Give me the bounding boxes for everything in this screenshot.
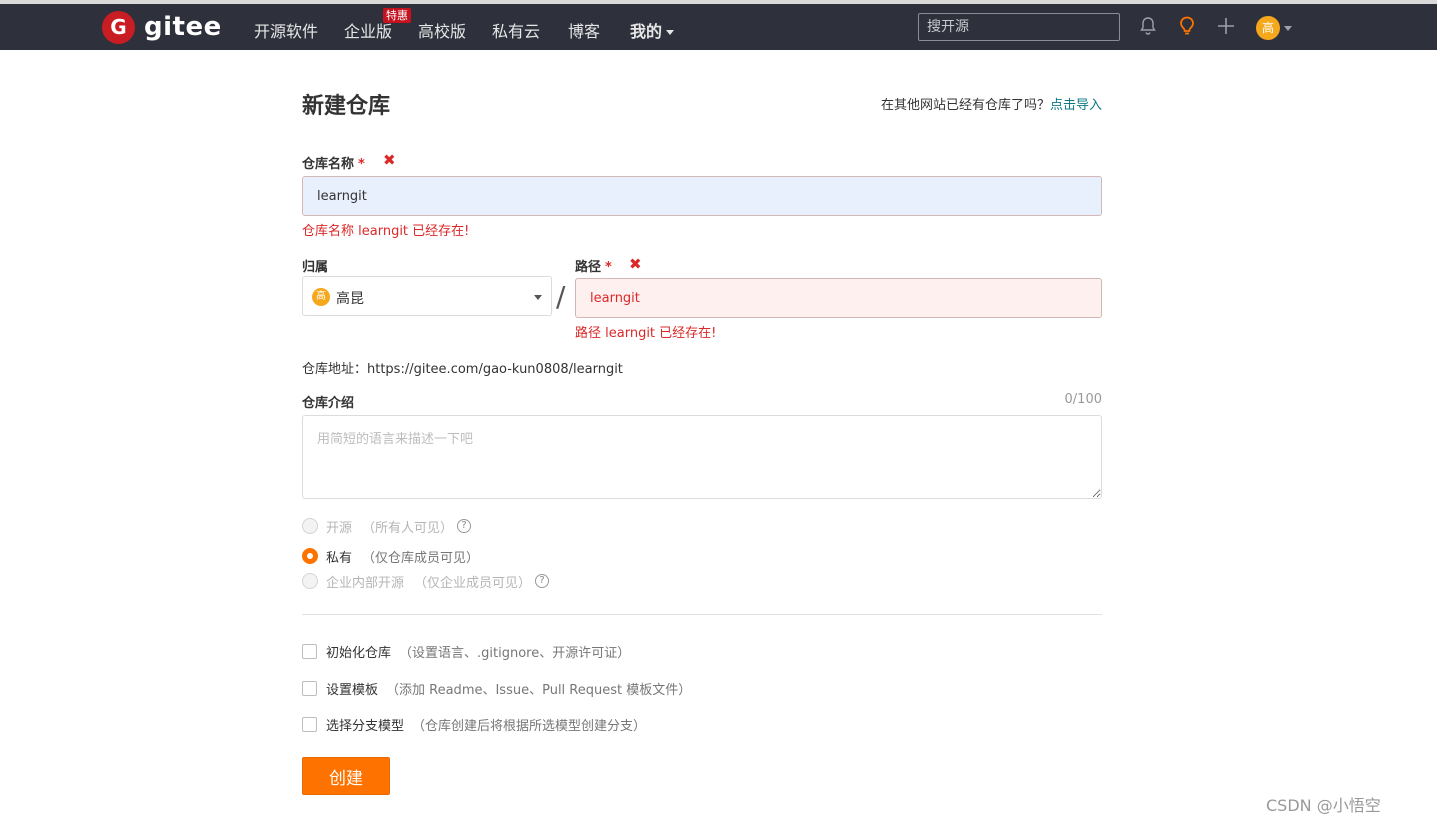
radio-private-hint: （仅仓库成员可见） xyxy=(362,550,480,566)
template-hint: （添加 Readme、Issue、Pull Request 模板文件） xyxy=(386,683,692,698)
nav-blog[interactable]: 博客 xyxy=(568,18,600,42)
required-mark: * xyxy=(605,260,612,275)
repo-name-label-text: 仓库名称 xyxy=(302,157,355,172)
gitee-logo-icon: G xyxy=(102,10,135,44)
repo-name-error-icon: ✖ xyxy=(383,151,396,169)
owner-avatar: 高 xyxy=(312,288,330,306)
path-error-icon: ✖ xyxy=(629,255,642,273)
nav-mine-label: 我的 xyxy=(630,22,663,41)
chevron-down-icon xyxy=(666,30,675,35)
csdn-watermark: CSDN @小悟空 xyxy=(1266,796,1381,815)
repo-address: 仓库地址：https://gitee.com/gao-kun0808/learn… xyxy=(302,362,623,377)
radio-public-hint: （所有人可见） xyxy=(362,520,454,536)
help-icon[interactable]: ? xyxy=(457,519,472,533)
init-repo-hint: （设置语言、.gitignore、开源许可证） xyxy=(399,646,631,661)
repo-name-label: 仓库名称 * xyxy=(302,153,365,172)
chevron-down-icon xyxy=(534,295,542,300)
page-title: 新建仓库 xyxy=(302,94,391,119)
plus-icon[interactable] xyxy=(1214,14,1238,38)
template-checkbox[interactable] xyxy=(302,681,317,696)
radio-enterprise-label: 企业内部开源 xyxy=(326,575,405,591)
gitee-logo[interactable]: G gitee xyxy=(102,10,222,44)
section-divider xyxy=(302,614,1102,615)
intro-textarea[interactable] xyxy=(302,415,1102,499)
avatar-chevron-down-icon[interactable] xyxy=(1284,26,1292,31)
template-option[interactable]: 设置模板 （添加 Readme、Issue、Pull Request 模板文件） xyxy=(302,679,691,698)
user-avatar[interactable]: 高 xyxy=(1256,16,1280,40)
bell-icon[interactable] xyxy=(1136,14,1160,38)
branch-model-option[interactable]: 选择分支模型 （仓库创建后将根据所选模型创建分支） xyxy=(302,715,646,734)
repo-name-error: 仓库名称 learngit 已经存在! xyxy=(302,224,470,239)
visibility-private-option[interactable]: 私有 （仅仓库成员可见） xyxy=(302,546,479,566)
branch-model-label: 选择分支模型 xyxy=(326,719,405,734)
nav-mine[interactable]: 我的 xyxy=(630,18,675,42)
path-input[interactable] xyxy=(575,278,1102,318)
import-hint-text: 在其他网站已经有仓库了吗？ xyxy=(880,98,1050,113)
path-label-text: 路径 xyxy=(575,260,602,275)
path-label: 路径 * xyxy=(575,256,612,275)
owner-value: 高昆 xyxy=(336,291,364,307)
radio-private[interactable] xyxy=(302,548,318,564)
nav-education[interactable]: 高校版 xyxy=(418,18,466,42)
required-mark: * xyxy=(358,157,365,172)
search-input[interactable] xyxy=(918,13,1120,41)
create-button[interactable]: 创建 xyxy=(302,757,390,795)
owner-select[interactable]: 高 高昆 xyxy=(302,276,552,316)
radio-public-label: 开源 xyxy=(326,520,353,536)
init-repo-label: 初始化仓库 xyxy=(326,646,392,661)
lightbulb-icon[interactable] xyxy=(1175,14,1199,38)
radio-enterprise[interactable] xyxy=(302,573,318,589)
help-icon[interactable]: ? xyxy=(535,574,550,588)
logo-text: gitee xyxy=(144,12,222,42)
radio-enterprise-hint: （仅企业成员可见） xyxy=(414,575,532,591)
template-label: 设置模板 xyxy=(326,683,379,698)
import-link[interactable]: 点击导入 xyxy=(1050,98,1102,113)
radio-private-label: 私有 xyxy=(326,550,353,566)
intro-label: 仓库介绍 xyxy=(302,396,355,411)
logo-letter: G xyxy=(110,14,127,39)
init-repo-checkbox[interactable] xyxy=(302,644,317,659)
init-repo-option[interactable]: 初始化仓库 （设置语言、.gitignore、开源许可证） xyxy=(302,642,630,661)
intro-char-counter: 0/100 xyxy=(1064,392,1102,407)
nav-private-cloud[interactable]: 私有云 xyxy=(492,18,540,42)
branch-model-checkbox[interactable] xyxy=(302,717,317,732)
import-hint: 在其他网站已经有仓库了吗？点击导入 xyxy=(881,94,1102,113)
branch-model-hint: （仓库创建后将根据所选模型创建分支） xyxy=(412,719,647,734)
visibility-public-option[interactable]: 开源 （所有人可见） ? xyxy=(302,516,472,536)
nav-open-source[interactable]: 开源软件 xyxy=(254,18,318,42)
top-navbar: G gitee 开源软件 企业版 特惠 高校版 私有云 博客 我的 高 xyxy=(0,4,1437,50)
path-error: 路径 learngit 已经存在! xyxy=(575,326,717,341)
enterprise-promo-badge: 特惠 xyxy=(383,8,411,23)
radio-public[interactable] xyxy=(302,518,318,534)
repo-name-input[interactable] xyxy=(302,176,1102,216)
owner-label: 归属 xyxy=(302,260,329,275)
path-separator: / xyxy=(556,280,566,313)
visibility-enterprise-option[interactable]: 企业内部开源 （仅企业成员可见） ? xyxy=(302,571,550,591)
